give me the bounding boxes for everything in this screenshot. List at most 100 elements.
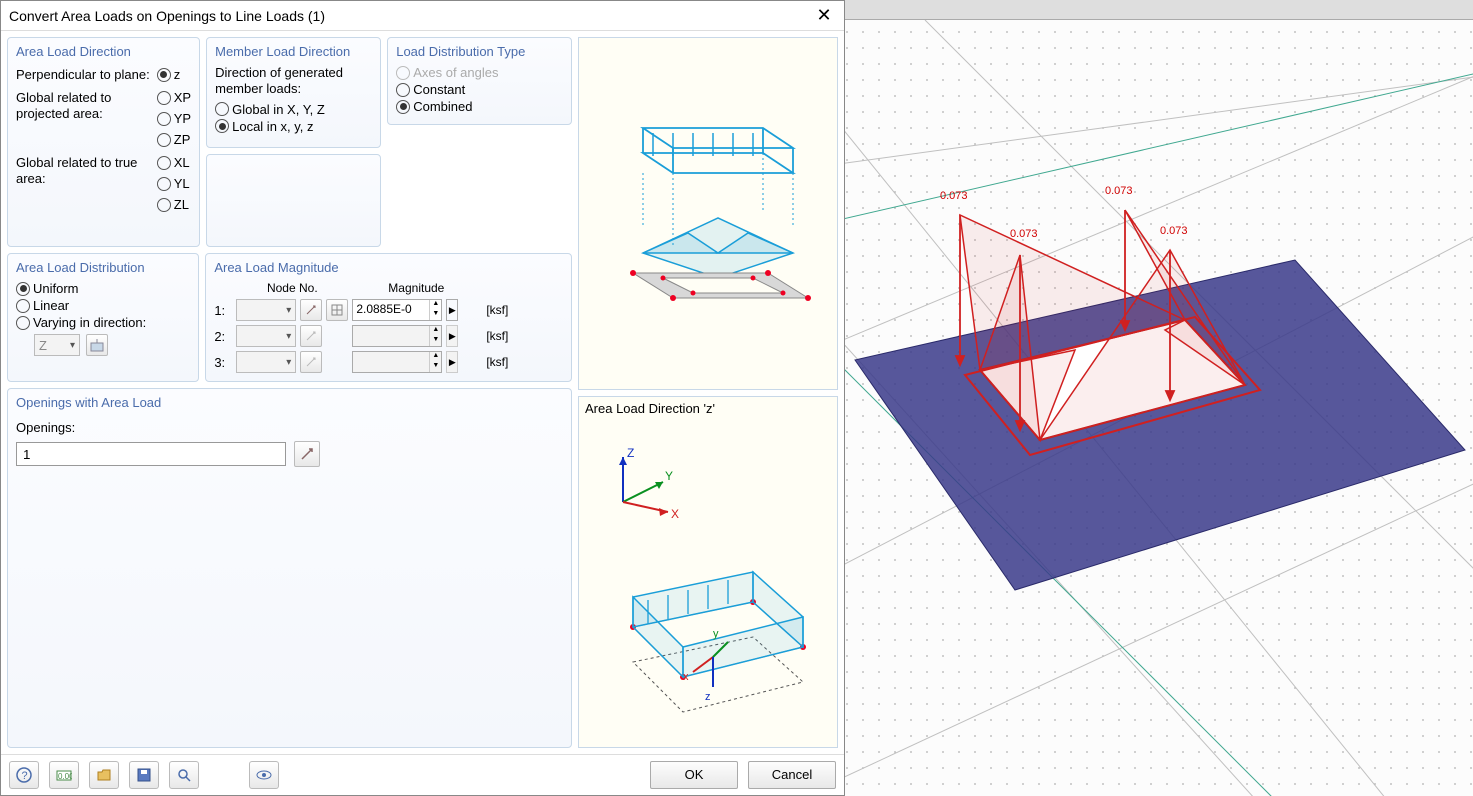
radio-zl[interactable]: ZL (157, 197, 191, 212)
radio-yp[interactable]: YP (157, 111, 191, 126)
save-button[interactable] (129, 761, 159, 789)
dialog-content: Area Load Direction Perpendicular to pla… (1, 31, 844, 754)
openings-label: Openings: (16, 420, 563, 435)
radio-yl[interactable]: YL (157, 176, 191, 191)
node-combo-1[interactable]: ▾ (236, 299, 296, 321)
preview-distribution-svg (593, 98, 823, 328)
pick-icon (90, 338, 104, 352)
group-title: Member Load Direction (215, 44, 372, 59)
radio-linear[interactable]: Linear (16, 298, 190, 313)
grid-icon (331, 304, 343, 316)
unit-1: [ksf] (484, 303, 514, 317)
radio-uniform[interactable]: Uniform (16, 281, 190, 296)
radio-icon (215, 102, 229, 116)
openings-input[interactable] (16, 442, 286, 466)
group-area-load-direction: Area Load Direction Perpendicular to pla… (7, 37, 200, 247)
eye-button[interactable] (249, 761, 279, 789)
mag-row-idx: 2: (214, 329, 232, 344)
radio-zp[interactable]: ZP (157, 132, 191, 147)
radio-local-xyz[interactable]: Local in x, y, z (215, 119, 372, 134)
footer: ? 0.00 OK Cancel (1, 754, 844, 795)
radio-icon (16, 282, 30, 296)
group-title: Area Load Distribution (16, 260, 190, 275)
hdr-mag: Magnitude (352, 281, 480, 295)
radio-xp[interactable]: XP (157, 90, 191, 105)
group-openings: Openings with Area Load Openings: (7, 388, 572, 748)
radio-global-xyz[interactable]: Global in X, Y, Z (215, 102, 372, 117)
svg-text:z: z (705, 691, 711, 703)
radio-varying[interactable]: Varying in direction: (16, 315, 190, 330)
search-icon (176, 767, 192, 783)
preview-direction-svg: Z Y X (593, 402, 823, 742)
help-icon: ? (16, 767, 32, 783)
folder-icon (96, 767, 112, 783)
titlebar: Convert Area Loads on Openings to Line L… (1, 1, 844, 31)
radio-combined[interactable]: Combined (396, 99, 563, 114)
pick-node-1[interactable] (300, 299, 322, 321)
radio-axes-angles: Axes of angles (396, 65, 563, 80)
spinner-side-2: ▶ (446, 325, 458, 347)
radio-icon (157, 177, 171, 191)
spinner-side-1[interactable]: ▶ (446, 299, 458, 321)
viewport-svg (845, 20, 1473, 796)
radio-icon (215, 119, 229, 133)
mag-table: Node No. Magnitude 1: ▾ 2.0885E-0 ▲▼ ▶ (214, 281, 563, 373)
ald-radios-perp: z (157, 65, 191, 84)
radio-icon (16, 299, 30, 313)
pick-openings-button[interactable] (294, 441, 320, 467)
radio-icon (157, 112, 171, 126)
ald-label-perp: Perpendicular to plane: (16, 65, 151, 83)
node-combo-3: ▾ (236, 351, 296, 373)
load-value-4: 0.073 (1160, 225, 1188, 237)
openings-row (16, 441, 563, 467)
load-value-3: 0.073 (1105, 185, 1133, 197)
mag-input-1[interactable]: 2.0885E-0 ▲▼ (352, 299, 442, 321)
svg-text:Z: Z (627, 446, 634, 460)
group-title: Openings with Area Load (16, 395, 563, 410)
ald-radios-proj: XP YP ZP (157, 88, 191, 149)
radio-icon (396, 66, 410, 80)
hdr-node: Node No. (236, 281, 348, 295)
radio-icon (396, 83, 410, 97)
picker-icon (305, 304, 317, 316)
radio-constant[interactable]: Constant (396, 82, 563, 97)
radio-icon (157, 198, 171, 212)
group-member-load-direction: Member Load Direction Direction of gener… (206, 37, 381, 148)
mid-row: Area Load Distribution Uniform Linear Va… (7, 253, 572, 382)
viewport[interactable]: 0.073 0.073 0.073 0.073 (845, 0, 1473, 796)
radio-xl[interactable]: XL (157, 155, 191, 170)
eye-icon (256, 770, 272, 780)
ald-label-true: Global related to true area: (16, 153, 151, 188)
ok-button[interactable]: OK (650, 761, 738, 789)
unit-2: [ksf] (484, 329, 514, 343)
cancel-button[interactable]: Cancel (748, 761, 836, 789)
help-button[interactable]: ? (9, 761, 39, 789)
units-icon: 0.00 (56, 767, 72, 783)
group-title: Area Load Magnitude (214, 260, 563, 275)
viewport-toolbar (845, 0, 1473, 20)
open-button[interactable] (89, 761, 119, 789)
units-button[interactable]: 0.00 (49, 761, 79, 789)
top-row: Area Load Direction Perpendicular to pla… (7, 37, 572, 247)
axis-icon-button (86, 334, 108, 356)
radio-z[interactable]: z (157, 67, 191, 82)
empty-group (206, 154, 381, 247)
group-load-distribution-type: Load Distribution Type Axes of angles Co… (387, 37, 572, 125)
axis-select: Z▾ (34, 334, 80, 356)
group-area-load-magnitude: Area Load Magnitude Node No. Magnitude 1… (205, 253, 572, 382)
close-icon[interactable]: ✕ (812, 5, 836, 26)
footer-left: ? 0.00 (9, 761, 279, 789)
node-combo-2: ▾ (236, 325, 296, 347)
mag-row-idx: 1: (214, 303, 232, 318)
dialog: Convert Area Loads on Openings to Line L… (0, 0, 845, 796)
pick-extra-1[interactable] (326, 299, 348, 321)
find-button[interactable] (169, 761, 199, 789)
svg-text:Y: Y (665, 469, 673, 483)
radio-icon (157, 133, 171, 147)
spinner-updown[interactable]: ▲▼ (429, 300, 441, 320)
radio-icon (157, 156, 171, 170)
preview-column: Area Load Direction 'z' Z Y X (578, 37, 838, 748)
load-value-2: 0.073 (1010, 228, 1038, 240)
mag-input-2: ▲▼ (352, 325, 442, 347)
ald-grid: Perpendicular to plane: z Global related… (16, 65, 191, 214)
